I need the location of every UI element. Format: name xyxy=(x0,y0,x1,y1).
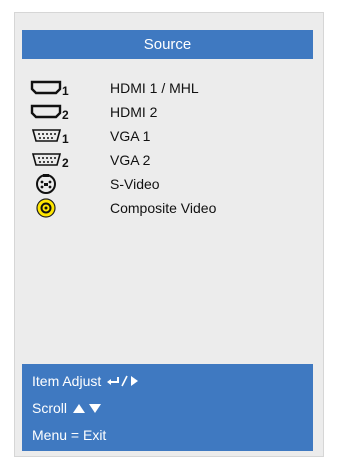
help-item-adjust-text: Item Adjust xyxy=(32,373,102,389)
source-item-vga2[interactable]: 2 VGA 2 xyxy=(22,148,313,172)
hdmi-2-icon: 2 xyxy=(22,100,92,124)
hdmi-1-number: 1 xyxy=(62,84,69,98)
vga-2-icon: 2 xyxy=(22,148,92,172)
vga-1-icon: 1 xyxy=(22,124,92,148)
source-item-label: VGA 1 xyxy=(110,128,151,144)
s-video-icon xyxy=(22,172,92,196)
composite-video-icon xyxy=(22,196,92,220)
help-scroll: Scroll xyxy=(32,400,105,416)
menu-title: Source xyxy=(143,36,192,53)
menu-title-bar: Source xyxy=(22,30,313,59)
source-item-s-video[interactable]: S-Video xyxy=(22,172,313,196)
source-item-label: VGA 2 xyxy=(110,152,151,168)
source-item-label: Composite Video xyxy=(110,200,217,216)
source-item-hdmi1[interactable]: 1 HDMI 1 / MHL xyxy=(22,76,313,100)
source-item-composite[interactable]: Composite Video xyxy=(22,196,313,220)
source-item-label: S-Video xyxy=(110,176,160,192)
source-item-hdmi2[interactable]: 2 HDMI 2 xyxy=(22,100,313,124)
source-item-vga1[interactable]: 1 VGA 1 xyxy=(22,124,313,148)
source-list: 1 HDMI 1 / MHL 2 HDMI 2 1 VGA 1 2 VGA 2 … xyxy=(22,76,313,220)
enter-right-icon xyxy=(107,375,139,387)
help-menu-exit-text: Menu = Exit xyxy=(32,427,107,443)
vga-1-number: 1 xyxy=(62,132,69,146)
up-down-icon xyxy=(73,404,102,413)
help-bar: Item Adjust Scroll Menu = Exit xyxy=(22,364,313,451)
source-item-label: HDMI 1 / MHL xyxy=(110,80,199,96)
hdmi-1-icon: 1 xyxy=(22,76,92,100)
help-menu-exit: Menu = Exit xyxy=(32,427,106,443)
help-item-adjust: Item Adjust xyxy=(32,373,143,389)
hdmi-2-number: 2 xyxy=(62,108,69,122)
osd-window: Source 1 HDMI 1 / MHL 2 HDMI 2 1 VGA 1 2… xyxy=(0,0,337,468)
vga-2-number: 2 xyxy=(62,156,69,170)
help-scroll-text: Scroll xyxy=(32,400,68,416)
source-item-label: HDMI 2 xyxy=(110,104,158,120)
